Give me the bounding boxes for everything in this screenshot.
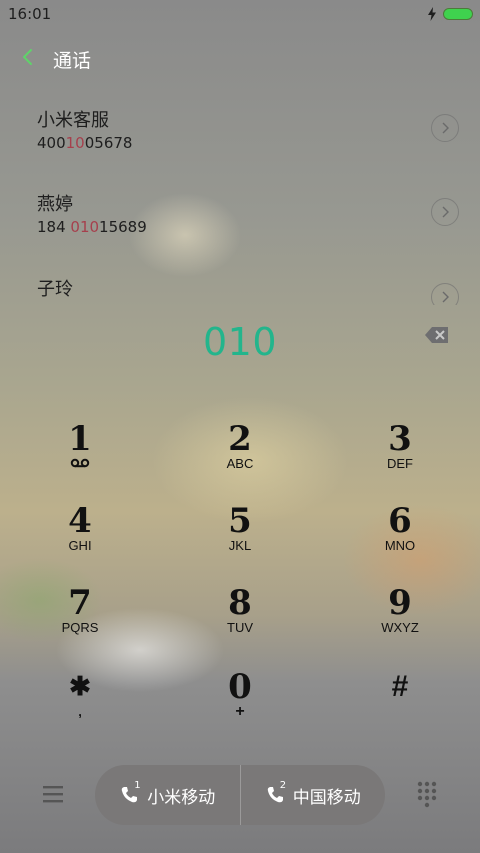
menu-button[interactable]: [38, 780, 68, 808]
status-bar: 16:01: [0, 0, 480, 28]
backspace-button[interactable]: [424, 324, 450, 346]
status-time: 16:01: [8, 5, 52, 23]
key-7[interactable]: 7 PQRS: [0, 584, 160, 664]
call-buttons-group: 1 小米移动 2 中国移动: [95, 765, 385, 825]
contact-item[interactable]: 子玲: [0, 275, 480, 305]
key-digit: 8: [228, 583, 252, 623]
key-letters: JKL: [228, 538, 252, 553]
contact-detail-button[interactable]: [431, 283, 459, 305]
sim-index: 2: [279, 780, 287, 791]
contact-item[interactable]: 燕婷 184 01015689: [0, 190, 480, 270]
title-bar: 通话: [0, 36, 480, 80]
bottom-action-bar: 1 小米移动 2 中国移动: [0, 762, 480, 826]
key-2[interactable]: 2 ABC: [160, 420, 320, 500]
menu-icon: [43, 786, 63, 803]
chevron-left-icon: [23, 49, 32, 65]
key-digit: 3: [388, 419, 412, 459]
voicemail-icon: [70, 458, 90, 468]
key-hash[interactable]: #: [320, 668, 480, 748]
key-3[interactable]: 3 DEF: [320, 420, 480, 500]
contact-name: 小米客服: [37, 110, 109, 131]
contact-name: 子玲: [37, 279, 73, 300]
key-digit: 4: [68, 501, 92, 541]
key-letters: MNO: [384, 538, 416, 553]
sim-index: 1: [134, 780, 141, 791]
key-9[interactable]: 9 WXYZ: [320, 584, 480, 664]
call-sim2-button[interactable]: 2 中国移动: [239, 765, 386, 825]
key-digit: #: [391, 670, 409, 703]
key-digit: 1: [68, 419, 92, 459]
contact-number: 4001005678: [37, 134, 133, 152]
page-title: 通话: [53, 50, 92, 72]
status-indicators: [427, 6, 473, 22]
dialpad-toggle-button[interactable]: [412, 780, 442, 808]
key-letters: PQRS: [61, 620, 99, 635]
number-match: 010: [70, 218, 100, 236]
chevron-right-icon: [442, 122, 449, 134]
backspace-icon: [425, 327, 448, 343]
contact-detail-button[interactable]: [431, 114, 459, 142]
key-digit: 5: [228, 501, 252, 541]
call-sim1-button[interactable]: 1 小米移动: [95, 765, 240, 825]
key-letters: GHI: [68, 538, 92, 553]
key-letters: +: [235, 703, 245, 720]
key-digit: 0: [228, 667, 252, 707]
key-0[interactable]: 0 +: [160, 668, 320, 748]
phone-icon: 1: [119, 780, 141, 805]
battery-icon: [443, 8, 473, 20]
key-digit: 9: [388, 583, 412, 623]
contact-number: 184 01015689: [37, 218, 147, 236]
bolt-icon: [428, 7, 436, 21]
key-4[interactable]: 4 GHI: [0, 502, 160, 582]
dialed-number: 010: [202, 320, 278, 364]
chevron-right-icon: [442, 291, 449, 303]
contact-name: 燕婷: [37, 194, 73, 215]
key-1[interactable]: 1: [0, 420, 160, 500]
contact-item[interactable]: 小米客服 4001005678: [0, 106, 480, 186]
key-digit: 7: [68, 583, 92, 623]
contact-detail-button[interactable]: [431, 198, 459, 226]
key-digit: 2: [228, 419, 252, 459]
back-button[interactable]: [14, 43, 42, 71]
call-sim2-label: 中国移动: [292, 787, 361, 808]
key-star[interactable]: ✱ ,: [0, 668, 160, 748]
call-sim1-label: 小米移动: [147, 787, 216, 808]
phone-icon: 2: [265, 780, 286, 805]
key-letters: TUV: [227, 620, 253, 635]
number-match: 10: [65, 134, 85, 152]
key-letters: WXYZ: [381, 620, 419, 635]
key-letters: ABC: [226, 456, 254, 471]
dialpad-grid-icon: [417, 781, 437, 808]
key-6[interactable]: 6 MNO: [320, 502, 480, 582]
chevron-right-icon: [442, 206, 449, 218]
key-letters: ,: [78, 704, 82, 719]
key-8[interactable]: 8 TUV: [160, 584, 320, 664]
key-letters: DEF: [387, 456, 413, 471]
key-digit: 6: [388, 501, 412, 541]
key-digit: ✱: [69, 672, 91, 702]
key-5[interactable]: 5 JKL: [160, 502, 320, 582]
